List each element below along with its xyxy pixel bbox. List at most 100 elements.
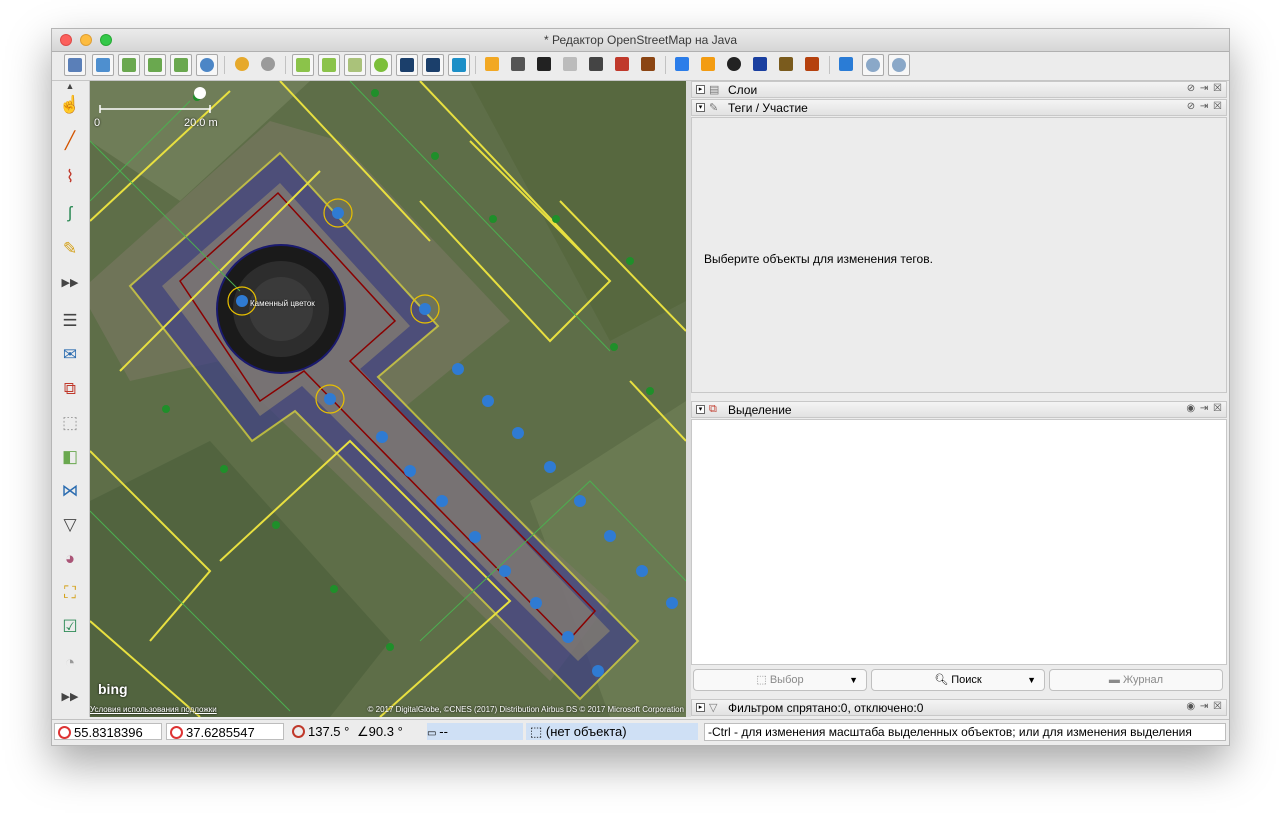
- scale-zero-label: 0: [94, 117, 101, 129]
- layers-toggle-icon[interactable]: ☰: [58, 309, 82, 333]
- tags-panel-header[interactable]: ▾ ✎ Теги / Участие ⊘ ⇥ ☒: [691, 99, 1227, 116]
- water-icon[interactable]: [836, 54, 858, 76]
- zoom-layer-button[interactable]: [318, 54, 340, 76]
- styles-toggle-icon[interactable]: ◕: [58, 547, 82, 571]
- filter-panel-title: Фильтром спрятано:0, отключено:0: [728, 701, 924, 715]
- panel-controls-icon[interactable]: ⊘ ⇥ ☒: [1187, 101, 1223, 112]
- layers-icon: ▤: [709, 84, 720, 96]
- relations-toggle-icon[interactable]: ⬚: [58, 411, 82, 435]
- selection-panel-title: Выделение: [728, 403, 792, 417]
- latitude-icon: [58, 726, 71, 739]
- collapse-icon[interactable]: ▾: [696, 103, 705, 112]
- railway-icon[interactable]: [638, 54, 660, 76]
- scroll-up-icon[interactable]: ▲: [58, 81, 82, 91]
- scale-label: 20.0 m: [184, 117, 218, 129]
- zoom-fit-button[interactable]: [292, 54, 314, 76]
- road-icon[interactable]: [508, 54, 530, 76]
- status-bar: 55.8318396 37.6285547 137.5 ° ∠90.3 ° ▭ …: [52, 719, 1229, 744]
- history-button[interactable]: ▬ Журнал: [1049, 669, 1223, 691]
- selection-panel-header[interactable]: ▾ ⧉ Выделение ◉ ⇥ ☒: [691, 401, 1227, 418]
- chevron-down-icon[interactable]: ▼: [849, 670, 858, 690]
- traffic-signal-icon[interactable]: [586, 54, 608, 76]
- chevron-down-icon[interactable]: ▼: [1027, 670, 1036, 690]
- search-button[interactable]: 🔍︎ Поиск ▼: [871, 669, 1045, 691]
- parallel-way-icon[interactable]: ʃ: [58, 201, 82, 225]
- map-canvas[interactable]: [90, 81, 686, 717]
- map-feature-label[interactable]: Каменный цветок: [250, 299, 315, 308]
- tags-toggle-icon[interactable]: ✉: [58, 343, 82, 367]
- distance-field: ▭ --: [427, 723, 523, 740]
- panel-controls-icon[interactable]: ⊘ ⇥ ☒: [1187, 83, 1223, 94]
- longitude-icon: [170, 726, 183, 739]
- pointer-icon: ⬚: [530, 724, 546, 739]
- download-data-button[interactable]: [144, 54, 166, 76]
- improve-way-icon[interactable]: ⌇: [58, 165, 82, 189]
- selection-list[interactable]: [691, 419, 1227, 665]
- validator-toggle-icon[interactable]: ☑: [58, 615, 82, 639]
- ruler-icon: ▭: [427, 728, 440, 739]
- select-icon: ⬚: [756, 674, 770, 686]
- right-panels: ▸ ▤ Слои ⊘ ⇥ ☒ ▾ ✎ Теги / Участие ⊘ ⇥ ☒ …: [691, 81, 1229, 717]
- imagery-attribution: © 2017 DigitalGlobe, ©CNES (2017) Distri…: [367, 705, 685, 714]
- history-toggle-icon[interactable]: ◧: [58, 445, 82, 469]
- layers-panel-header[interactable]: ▸ ▤ Слои ⊘ ⇥ ☒: [691, 81, 1227, 98]
- zoom-in-icon[interactable]: [862, 54, 884, 76]
- tag-icon: ✎: [709, 102, 719, 114]
- zoom-out-icon[interactable]: [888, 54, 910, 76]
- download-button[interactable]: [118, 54, 140, 76]
- expand-icon[interactable]: ▸: [696, 703, 705, 712]
- map-view[interactable]: 0 20.0 m Каменный цветок bing Условия ис…: [90, 81, 686, 717]
- object-field: ⬚ (нет объекта): [526, 723, 698, 740]
- bing-logo: bing: [98, 681, 128, 697]
- tags-panel-title: Теги / Участие: [728, 101, 808, 115]
- draw-tool-icon[interactable]: ╱: [58, 129, 82, 153]
- tags-empty-message: Выберите объекты для изменения тегов.: [704, 252, 933, 266]
- layers-panel-title: Слои: [728, 83, 758, 97]
- residential-road-icon[interactable]: [482, 54, 504, 76]
- preferences-button[interactable]: [196, 54, 218, 76]
- save-button[interactable]: [92, 54, 114, 76]
- upload-button[interactable]: [170, 54, 192, 76]
- industrial-icon[interactable]: [776, 54, 798, 76]
- combine-way-button[interactable]: [422, 54, 444, 76]
- imagery-terms-link[interactable]: Условия использования подложки: [90, 705, 217, 714]
- latitude-field: 55.8318396: [54, 723, 162, 740]
- tags-panel-body: Выберите объекты для изменения тегов.: [691, 117, 1227, 393]
- selection-icon: ⧉: [709, 403, 717, 415]
- panel-controls-icon[interactable]: ◉ ⇥ ☒: [1186, 403, 1223, 414]
- collapse-icon[interactable]: ▾: [696, 405, 705, 414]
- conflict-toggle-icon[interactable]: ⋈: [58, 479, 82, 503]
- select-button[interactable]: ⬚ Выбор ▼: [693, 669, 867, 691]
- title-bar: * Редактор OpenStreetMap на Java: [52, 29, 1229, 52]
- selection-toggle-icon[interactable]: ⧉: [58, 377, 82, 401]
- more-panels-icon[interactable]: ▶▶: [58, 685, 82, 709]
- sport-icon[interactable]: [724, 54, 746, 76]
- redo-button[interactable]: [258, 54, 280, 76]
- motorway-icon[interactable]: [534, 54, 556, 76]
- wall-icon[interactable]: [612, 54, 634, 76]
- notes-toggle-icon[interactable]: ◔: [58, 651, 82, 675]
- select-tool-icon[interactable]: ☝: [58, 93, 82, 117]
- shop-icon[interactable]: [698, 54, 720, 76]
- undo-button[interactable]: [232, 54, 254, 76]
- hotel-icon[interactable]: [672, 54, 694, 76]
- more-tools-icon[interactable]: ▶▶: [58, 271, 82, 295]
- heading-field: 137.5 °: [289, 723, 355, 740]
- wms-button[interactable]: [344, 54, 366, 76]
- open-file-button[interactable]: [64, 54, 86, 76]
- bing-button[interactable]: [448, 54, 470, 76]
- edit-tools-sidebar: ▲ ☝ ╱ ⌇ ʃ ✎ ▶▶ ☰ ✉ ⧉ ⬚ ◧ ⋈ ▽ ◕ ⛶ ☑ ◔ ▶▶: [52, 81, 90, 717]
- filter-panel-header[interactable]: ▸ ▽ Фильтром спрятано:0, отключено:0 ◉ ⇥…: [691, 699, 1227, 716]
- panel-controls-icon[interactable]: ◉ ⇥ ☒: [1186, 701, 1223, 712]
- changeset-toggle-icon[interactable]: ⛶: [58, 581, 82, 605]
- track-icon[interactable]: [560, 54, 582, 76]
- expand-icon[interactable]: ▸: [696, 85, 705, 94]
- pencil-icon[interactable]: ✎: [58, 237, 82, 261]
- search-icon[interactable]: [370, 54, 392, 76]
- main-toolbar: [52, 52, 1229, 81]
- angle-field: ∠90.3 °: [357, 724, 403, 739]
- peak-icon[interactable]: [802, 54, 824, 76]
- information-icon[interactable]: [750, 54, 772, 76]
- filter-toggle-icon[interactable]: ▽: [58, 513, 82, 537]
- split-way-button[interactable]: [396, 54, 418, 76]
